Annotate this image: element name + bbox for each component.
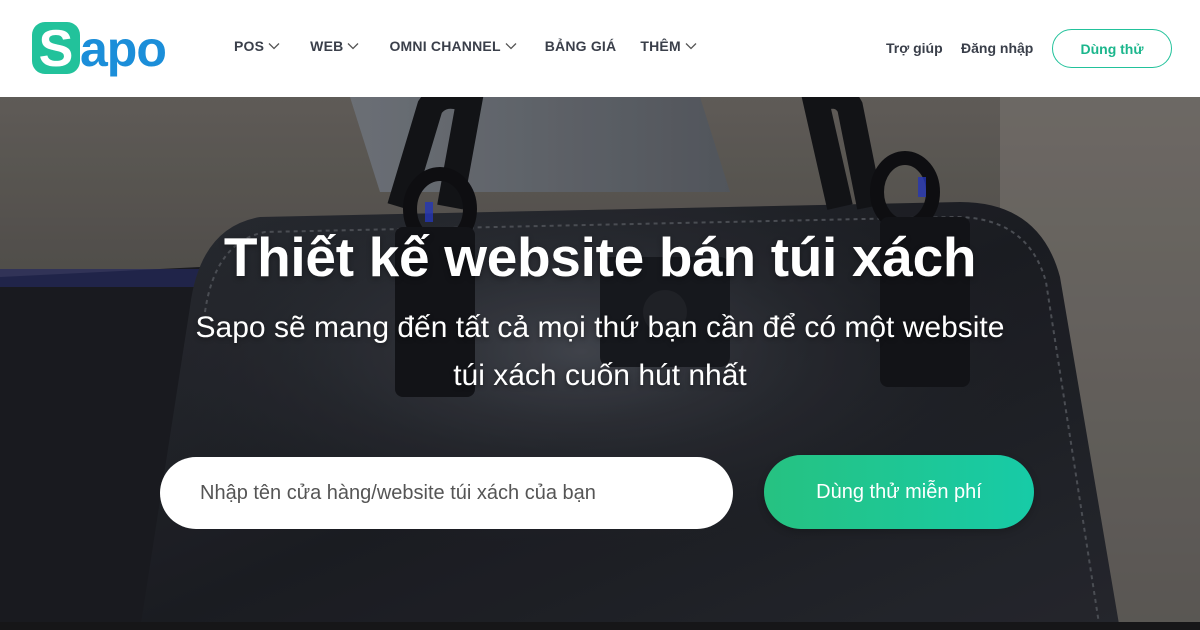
nav-item-more[interactable]: THÊM: [640, 38, 697, 54]
svg-text:S: S: [39, 20, 74, 78]
hero-subtitle: Sapo sẽ mang đến tất cả mọi thứ bạn cần …: [120, 304, 1080, 400]
chevron-down-icon: [685, 43, 697, 50]
hero-title: Thiết kế website bán túi xách: [223, 226, 977, 288]
chevron-down-icon: [347, 43, 359, 50]
nav-item-pos[interactable]: POS: [234, 38, 280, 54]
login-link[interactable]: Đăng nhập: [961, 40, 1033, 56]
free-trial-button[interactable]: Dùng thử miễn phí: [764, 455, 1034, 529]
nav-item-pricing[interactable]: BẢNG GIÁ: [545, 38, 617, 54]
sapo-logo[interactable]: S apo: [30, 18, 196, 80]
nav-item-label: BẢNG GIÁ: [544, 38, 617, 54]
site-header: S apo POS WEB OMNI CHANNEL BẢNG GIÁ THÊM…: [0, 0, 1200, 97]
hero-section: Thiết kế website bán túi xách Sapo sẽ ma…: [0, 97, 1200, 630]
nav-item-label: THÊM: [640, 38, 681, 54]
help-link[interactable]: Trợ giúp: [886, 40, 943, 56]
svg-text:apo: apo: [80, 21, 166, 77]
main-nav: POS WEB OMNI CHANNEL BẢNG GIÁ THÊM: [234, 38, 697, 54]
nav-item-label: WEB: [310, 38, 344, 54]
trial-button[interactable]: Dùng thử: [1052, 29, 1172, 68]
nav-item-label: POS: [234, 38, 265, 54]
chevron-down-icon: [268, 43, 280, 50]
chevron-down-icon: [505, 43, 517, 50]
nav-item-omni-channel[interactable]: OMNI CHANNEL: [389, 38, 517, 54]
nav-item-label: OMNI CHANNEL: [389, 38, 501, 54]
hero-subtitle-line: Sapo sẽ mang đến tất cả mọi thứ bạn cần …: [195, 311, 1005, 344]
hero-subtitle-line: túi xách cuốn hút nhất: [453, 359, 747, 392]
nav-item-web[interactable]: WEB: [310, 38, 359, 54]
store-name-input[interactable]: [160, 457, 733, 529]
